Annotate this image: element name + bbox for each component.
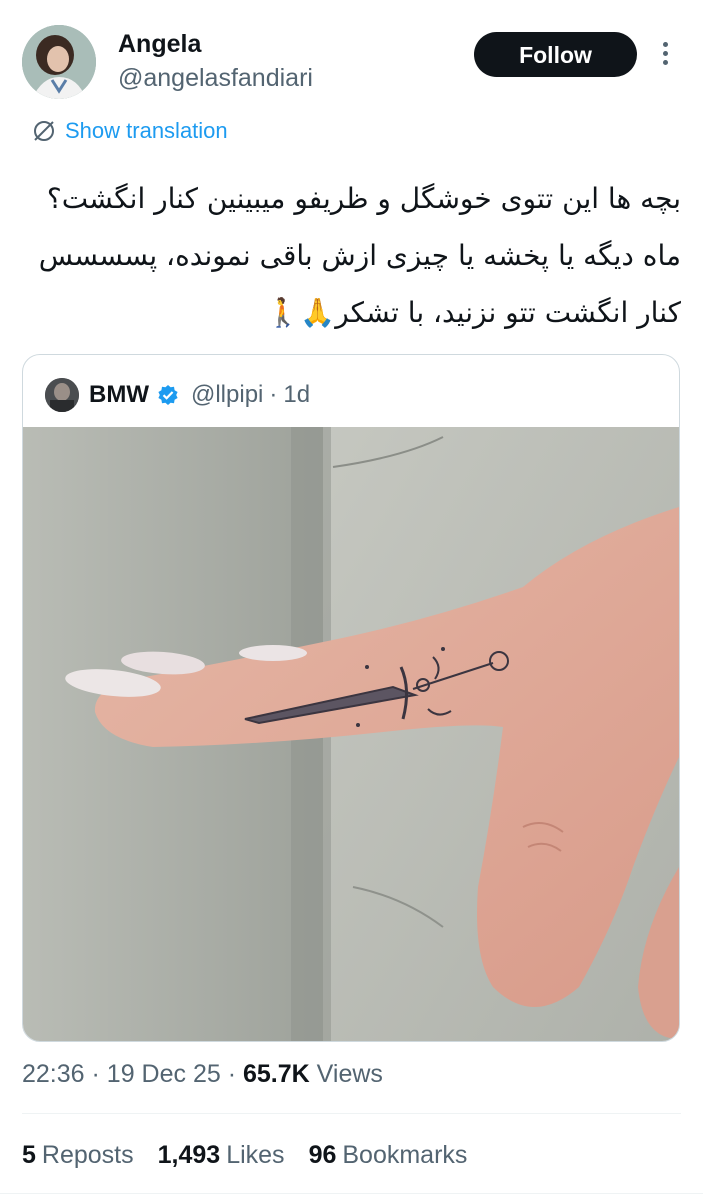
quoted-tweet-card[interactable]: BMW @llpipi · 1d: [22, 354, 680, 1042]
divider: [22, 1113, 681, 1114]
quoted-timestamp[interactable]: 1d: [283, 381, 310, 409]
divider: [0, 1193, 703, 1194]
tweet-text-line: کنار انگشت تتو نزنید، با تشکر🙏🚶: [265, 296, 681, 329]
tweet-text-line: ماه دیگه یا پخشه یا چیزی ازش باقی نمونده…: [38, 239, 681, 272]
quoted-tweet-header: BMW @llpipi · 1d: [45, 375, 310, 415]
show-translation-label: Show translation: [65, 118, 228, 143]
follow-button[interactable]: Follow: [474, 32, 637, 77]
bookmarks-count: 96: [308, 1141, 337, 1169]
views-label: Views: [316, 1060, 383, 1088]
likes-stat[interactable]: 1,493 Likes: [158, 1141, 285, 1170]
author-handle[interactable]: @angelasfandiari: [118, 64, 313, 93]
bookmarks-stat[interactable]: 96 Bookmarks: [309, 1141, 468, 1170]
tweet-header: Angela @angelasfandiari Follow: [0, 0, 703, 110]
tweet-date[interactable]: 19 Dec 25: [107, 1060, 221, 1088]
author-avatar[interactable]: [22, 25, 96, 99]
reposts-count: 5: [22, 1141, 36, 1169]
quoted-author-name[interactable]: BMW: [89, 381, 149, 409]
translate-icon: [34, 121, 54, 141]
show-translation-link[interactable]: Show translation: [31, 116, 228, 146]
reposts-label: Reposts: [41, 1141, 134, 1169]
more-options-icon[interactable]: [655, 38, 675, 74]
tweet-meta: 22:36 · 19 Dec 25 · 65.7K Views: [22, 1060, 383, 1089]
separator-dot: ·: [91, 1060, 100, 1088]
tweet-text: بچه ها این تتوی خوشگل و ظریفو میبینین کن…: [21, 170, 681, 341]
verified-badge-icon: [158, 385, 178, 405]
quoted-tweet-image[interactable]: [23, 427, 679, 1041]
author-name[interactable]: Angela: [118, 30, 201, 59]
likes-label: Likes: [226, 1141, 285, 1169]
separator-dot: ·: [269, 381, 278, 408]
tweet-time[interactable]: 22:36: [22, 1060, 85, 1088]
quoted-author-avatar[interactable]: [45, 378, 79, 412]
tweet-text-line: بچه ها این تتوی خوشگل و ظریفو میبینین کن…: [46, 182, 681, 215]
separator-dot: ·: [227, 1060, 237, 1088]
quoted-author-handle[interactable]: @llpipi: [191, 381, 263, 409]
reposts-stat[interactable]: 5 Reposts: [22, 1141, 134, 1170]
views-count: 65.7K: [243, 1060, 310, 1088]
bookmarks-label: Bookmarks: [342, 1141, 468, 1169]
engagement-stats: 5 Reposts 1,493 Likes 96 Bookmarks: [22, 1141, 491, 1170]
likes-count: 1,493: [157, 1141, 221, 1169]
